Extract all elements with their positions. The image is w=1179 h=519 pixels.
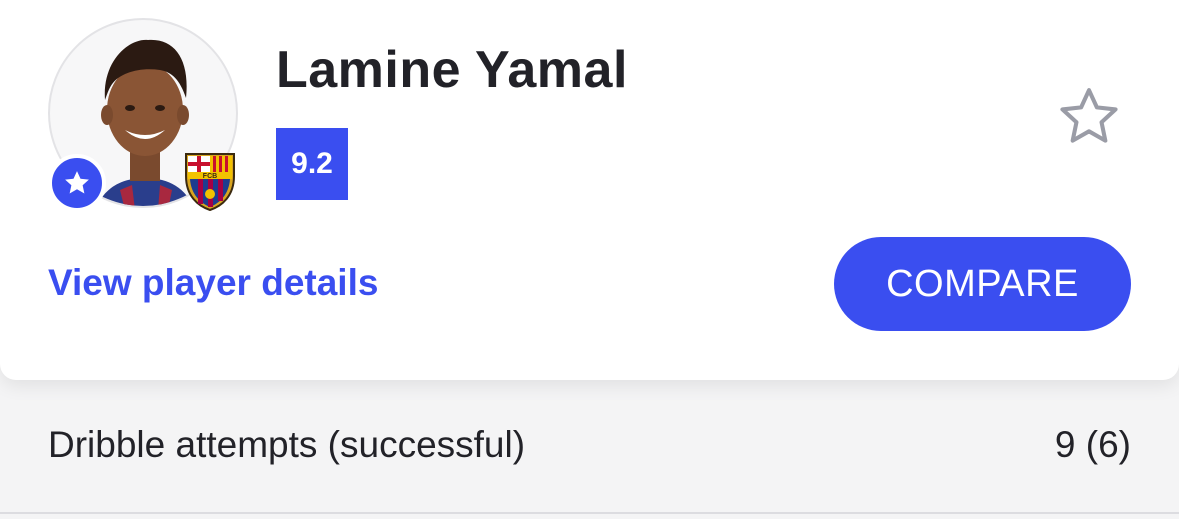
club-crest-icon: FCB [182,150,238,212]
star-outline-icon [1060,88,1118,143]
stat-value: 9 (6) [1054,424,1131,465]
player-name: Lamine Yamal [276,41,628,99]
star-icon [48,154,106,212]
divider [0,512,1179,514]
rating-badge: 9.2 [276,128,348,200]
stat-row: Dribble attempts (successful) 9 (6) [0,390,1179,514]
player-card: FCB Lamine Yamal 9.2 View player details… [0,0,1179,380]
favorite-button[interactable] [1054,82,1124,152]
stat-label: Dribble attempts (successful) [48,424,526,465]
view-player-details-link[interactable]: View player details [48,262,378,304]
svg-text:FCB: FCB [203,173,217,180]
compare-button[interactable]: COMPARE [834,237,1131,331]
